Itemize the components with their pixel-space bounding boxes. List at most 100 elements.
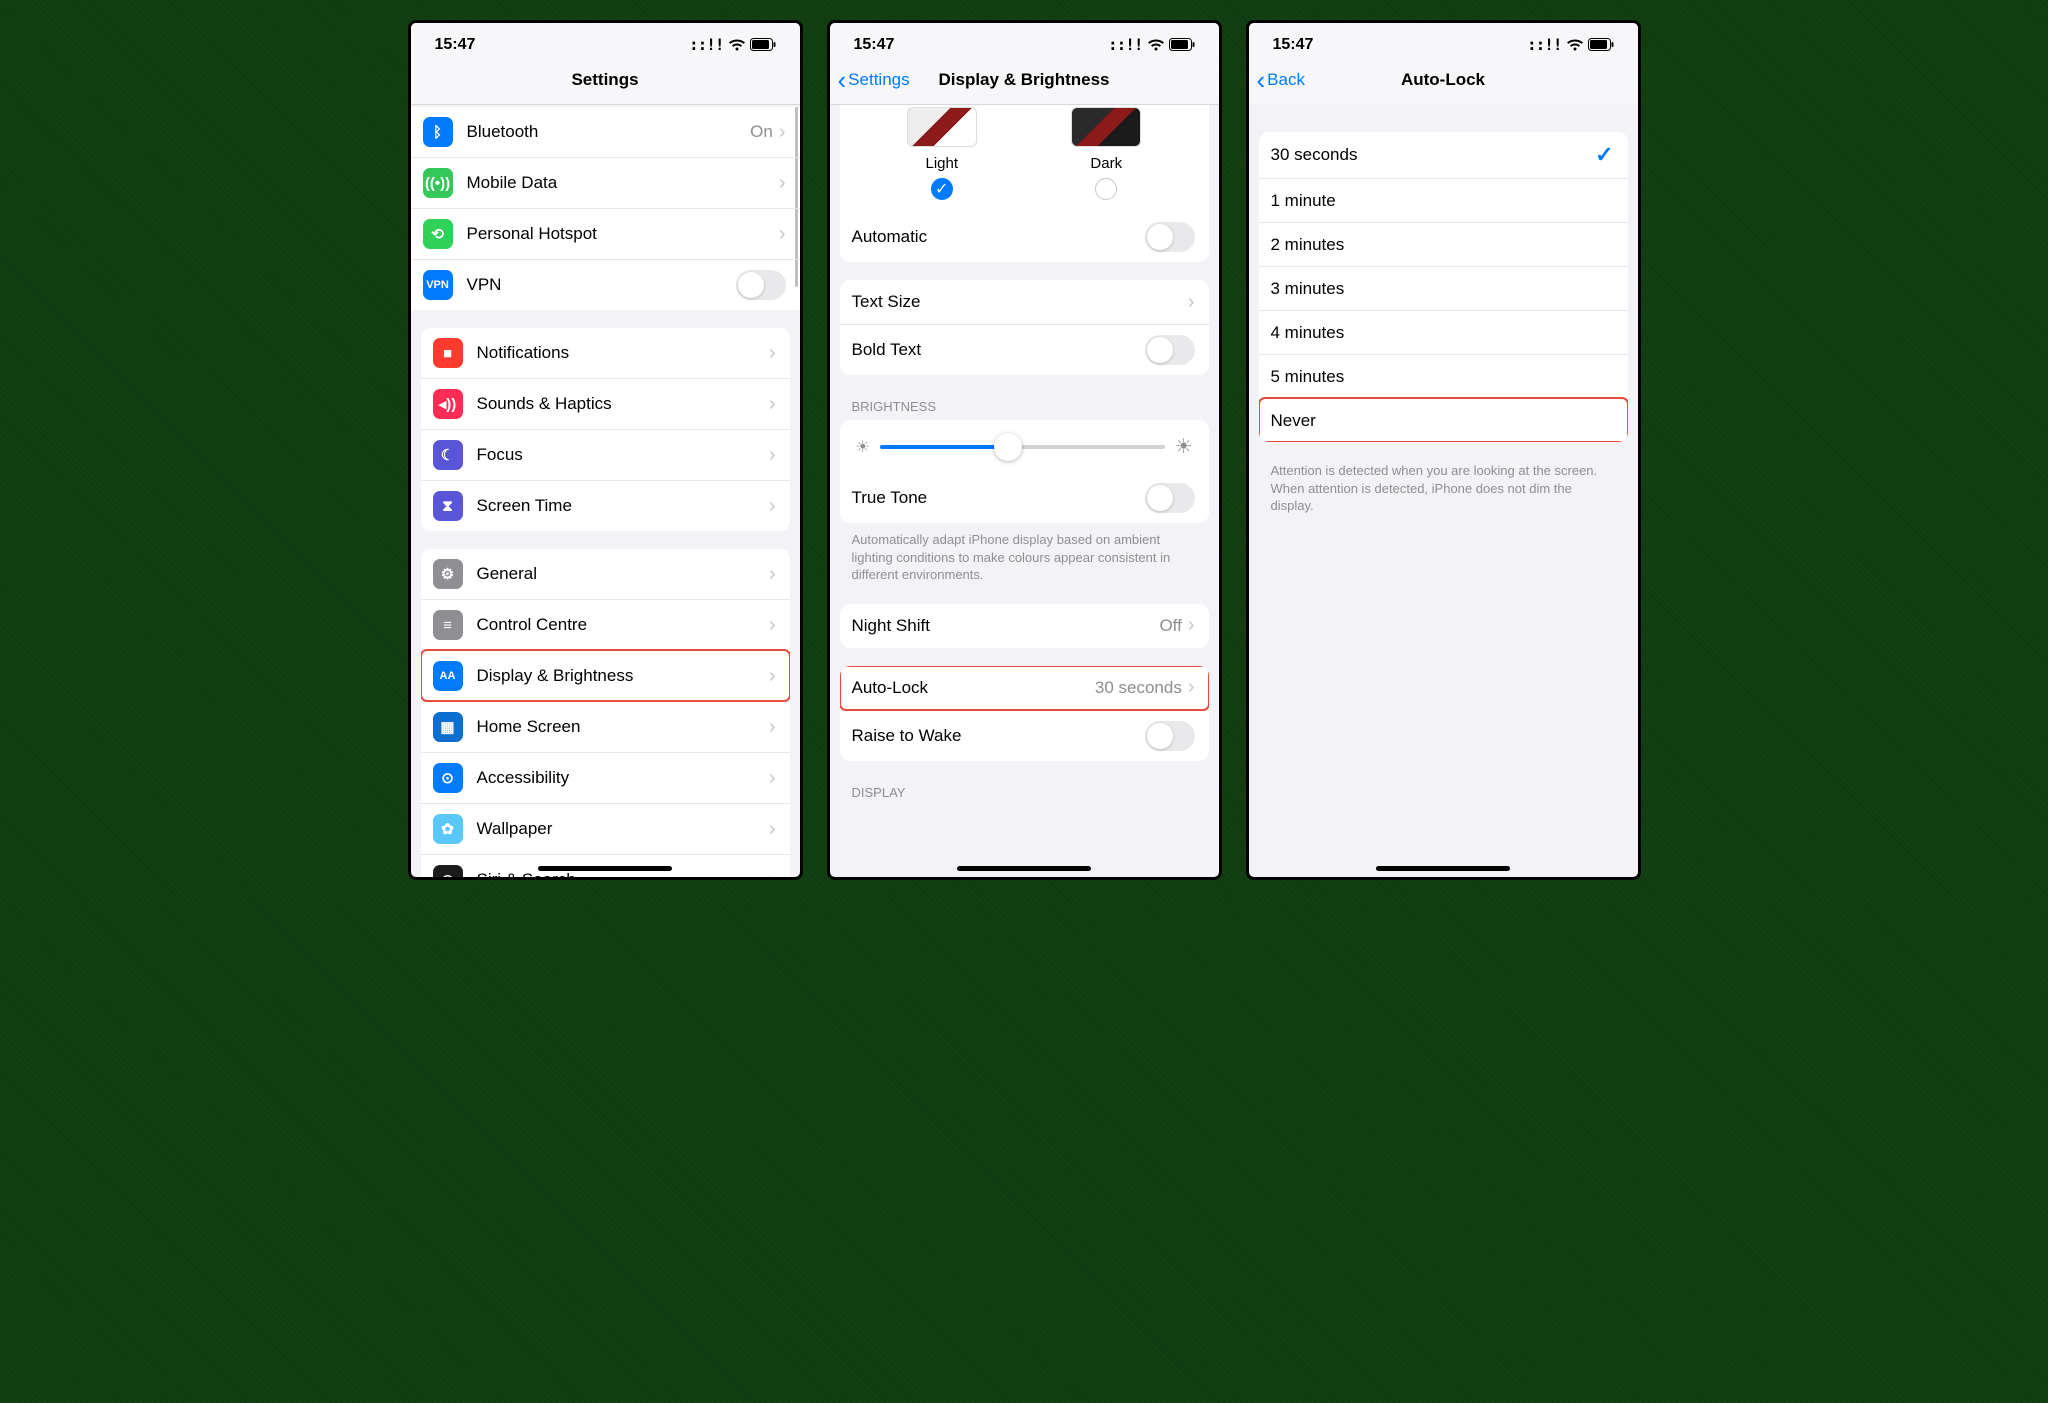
home-indicator[interactable] [957,866,1091,871]
row-home-screen[interactable]: ▦Home Screen› [421,701,790,752]
brightness-slider-row: ☀︎ ☀︎ [840,420,1209,473]
row-1-minute[interactable]: 1 minute [1259,178,1628,222]
appearance-dark[interactable]: Dark [1071,107,1141,200]
flower-icon: ✿ [433,814,463,844]
phone-auto-lock: 15:47 ::!! ‹Back Auto-Lock 30 seconds✓1 … [1246,20,1641,880]
row-never[interactable]: Never [1259,398,1628,442]
switches-icon: ≡ [433,610,463,640]
light-thumbnail [907,107,977,147]
row-focus[interactable]: ☾Focus› [421,429,790,480]
grid-icon: ▦ [433,712,463,742]
person-icon: ⊙ [433,763,463,793]
wifi-icon [728,38,746,52]
antenna-icon: ((•)) [423,168,453,198]
row-raise-to-wake[interactable]: Raise to Wake [840,710,1209,761]
chevron-right-icon: › [769,818,776,841]
chevron-right-icon: › [1188,614,1195,637]
bell-icon: ■ [433,338,463,368]
status-bar: 15:47 ::!! [1249,23,1638,60]
row-3-minutes[interactable]: 3 minutes [1259,266,1628,310]
chevron-right-icon: › [769,342,776,365]
row-text-size[interactable]: Text Size › [840,280,1209,324]
auto-lock-list[interactable]: 30 seconds✓1 minute2 minutes3 minutes 4 m… [1249,104,1638,877]
switch-off[interactable] [1145,721,1195,751]
battery-icon [1588,38,1614,51]
brightness-header: BRIGHTNESS [830,393,1219,418]
bold-text-label: Bold Text [852,340,1145,360]
row-automatic[interactable]: Automatic [840,212,1209,262]
row-sounds-haptics[interactable]: ◂))Sounds & Haptics› [421,378,790,429]
display-header: DISPLAY [830,779,1219,804]
light-label: Light [907,155,977,172]
chevron-right-icon: › [1188,676,1195,699]
row-label: Personal Hotspot [467,224,779,244]
row-auto-lock[interactable]: Auto-Lock 30 seconds › [840,666,1209,710]
status-icons: ::!! [689,35,776,54]
auto-lock-label: Auto-Lock [852,678,1095,698]
row-personal-hotspot[interactable]: ⟲Personal Hotspot› [411,208,800,259]
radio-selected-icon: ✓ [931,178,953,200]
moon-icon: ☾ [433,440,463,470]
row-2-minutes[interactable]: 2 minutes [1259,222,1628,266]
bluetooth-icon: ᛒ [423,117,453,147]
row-display-brightness[interactable]: AADisplay & Brightness› [421,650,790,701]
chevron-right-icon: › [769,495,776,518]
row-control-centre[interactable]: ≡Control Centre› [421,599,790,650]
checkmark-icon: ✓ [1595,142,1613,168]
chevron-right-icon: › [769,767,776,790]
chevron-right-icon: › [1188,291,1195,314]
battery-icon [1169,38,1195,51]
back-button[interactable]: ‹Back [1257,67,1305,93]
row-general[interactable]: ⚙General› [421,549,790,599]
row-true-tone[interactable]: True Tone [840,473,1209,523]
row-vpn[interactable]: VPNVPN [411,259,800,310]
switch-off[interactable] [1145,483,1195,513]
switch-off[interactable] [736,270,786,300]
row-label: 5 minutes [1271,367,1614,387]
switch-off[interactable] [1145,335,1195,365]
signal-icon: ::!! [689,35,724,54]
row-label: Control Centre [477,615,769,635]
row-label: Home Screen [477,717,769,737]
appearance-light[interactable]: Light ✓ [907,107,977,200]
auto-lock-value: 30 seconds [1095,678,1182,698]
row-notifications[interactable]: ■Notifications› [421,328,790,378]
row-night-shift[interactable]: Night Shift Off › [840,604,1209,648]
row-screen-time[interactable]: ⧗Screen Time› [421,480,790,531]
row-5-minutes[interactable]: 5 minutes [1259,354,1628,398]
radio-unselected-icon [1095,178,1117,200]
home-indicator[interactable] [538,866,672,871]
page-title: Display & Brightness [939,70,1110,90]
row-label: General [477,564,769,584]
row-bluetooth[interactable]: ᛒBluetoothOn› [411,107,800,157]
row-label: Sounds & Haptics [477,394,769,414]
row-mobile-data[interactable]: ((•))Mobile Data› [411,157,800,208]
row-4-minutes[interactable]: 4 minutes [1259,310,1628,354]
row-label: Screen Time [477,496,769,516]
true-tone-footer: Automatically adapt iPhone display based… [830,529,1219,596]
row-label: Mobile Data [467,173,779,193]
appearance-picker: Light ✓ Dark [840,107,1209,212]
signal-icon: ::!! [1108,35,1143,54]
display-settings-list[interactable]: Light ✓ Dark Automatic Text Size › Bo [830,105,1219,877]
row-label: 4 minutes [1271,323,1614,343]
row-bold-text[interactable]: Bold Text [840,324,1209,375]
settings-list[interactable]: ᛒBluetoothOn›((•))Mobile Data›⟲Personal … [411,105,800,877]
row-wallpaper[interactable]: ✿Wallpaper› [421,803,790,854]
row-label: Display & Brightness [477,666,769,686]
row-label: Focus [477,445,769,465]
nav-bar: ‹Back Auto-Lock [1249,60,1638,104]
battery-icon [750,38,776,51]
row-accessibility[interactable]: ⊙Accessibility› [421,752,790,803]
back-button[interactable]: ‹Settings [838,67,910,93]
chevron-right-icon: › [779,121,786,144]
switch-off[interactable] [1145,222,1195,252]
row-30-seconds[interactable]: 30 seconds✓ [1259,132,1628,178]
brightness-slider[interactable] [880,445,1165,449]
home-indicator[interactable] [1376,866,1510,871]
phone-display-brightness: 15:47 ::!! ‹Settings Display & Brightnes… [827,20,1222,880]
row-label: Bluetooth [467,122,751,142]
true-tone-label: True Tone [852,488,1145,508]
status-bar: 15:47 ::!! [830,23,1219,60]
status-bar: 15:47 ::!! [411,23,800,60]
